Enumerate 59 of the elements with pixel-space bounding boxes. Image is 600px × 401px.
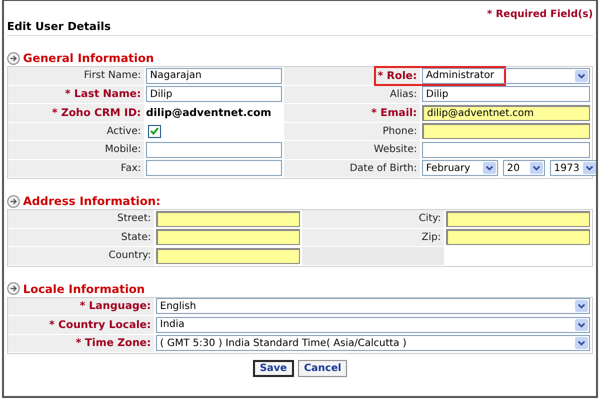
save-button[interactable]: Save <box>252 360 294 377</box>
input-field[interactable]: Dilip <box>146 86 282 102</box>
field-label: Zip: <box>302 228 444 247</box>
field-label: State: <box>8 228 154 247</box>
field-label: * Time Zone: <box>8 334 154 353</box>
field-label: First Name: <box>8 67 144 86</box>
field-label: Fax: <box>8 160 144 178</box>
input-field[interactable] <box>446 229 590 246</box>
select-field[interactable]: 20 <box>503 160 545 176</box>
field-label: * Language: <box>8 298 154 316</box>
select-field[interactable]: India <box>156 316 590 333</box>
field-label: * Email: <box>284 104 420 122</box>
section-title: Locale Information <box>23 282 145 296</box>
field-label: Website: <box>284 141 420 160</box>
input-field[interactable] <box>146 160 282 176</box>
caret-icon <box>575 318 588 331</box>
input-field[interactable] <box>422 123 590 140</box>
field-label: Alias: <box>284 86 420 104</box>
field-label: Country: <box>8 247 154 266</box>
arrow-circle-icon <box>7 52 20 64</box>
field-label: Phone: <box>284 122 420 141</box>
checkbox[interactable] <box>148 124 161 138</box>
field-label: * Role: <box>284 67 420 86</box>
field-label: Active: <box>8 122 144 141</box>
input-field[interactable] <box>156 248 300 264</box>
section-title: Address Information: <box>23 194 160 208</box>
select-field[interactable]: ( GMT 5:30 ) India Standard Time( Asia/Calcutta ) <box>156 335 590 352</box>
select-field[interactable]: February <box>422 160 498 176</box>
caret-icon <box>575 300 588 312</box>
caret-icon <box>575 70 588 82</box>
cancel-button[interactable]: Cancel <box>298 360 348 377</box>
input-field[interactable] <box>422 142 590 158</box>
field-label: City: <box>302 210 444 228</box>
page-title: Edit User Details <box>7 20 112 33</box>
field-value: dilip@adventnet.com <box>146 106 272 119</box>
select-field[interactable]: 1973 <box>550 160 596 176</box>
arrow-circle-icon <box>7 282 20 295</box>
caret-icon <box>575 337 588 350</box>
input-field[interactable] <box>146 142 282 158</box>
field-label: * Zoho CRM ID: <box>8 104 144 122</box>
select-field[interactable]: Administrator <box>422 68 590 84</box>
select-field[interactable]: English <box>156 298 590 314</box>
field-label: * Country Locale: <box>8 316 154 334</box>
caret-icon <box>483 162 496 174</box>
caret-icon <box>530 162 543 174</box>
section-title: General Information <box>23 51 154 65</box>
input-field[interactable]: Dilip <box>422 86 590 102</box>
field-label: Date of Birth: <box>284 160 420 178</box>
arrow-circle-icon <box>7 194 20 208</box>
input-field[interactable]: Nagarajan <box>146 68 282 84</box>
input-field[interactable] <box>156 210 300 227</box>
field-label: * Last Name: <box>8 86 144 104</box>
input-field[interactable]: dilip@adventnet.com <box>422 104 590 121</box>
input-field[interactable] <box>156 229 300 246</box>
required-note: * Required Field(s) <box>487 9 593 20</box>
field-label: Mobile: <box>8 141 144 160</box>
caret-icon <box>583 162 596 174</box>
input-field[interactable] <box>446 210 590 227</box>
field-label: Street: <box>8 210 154 228</box>
